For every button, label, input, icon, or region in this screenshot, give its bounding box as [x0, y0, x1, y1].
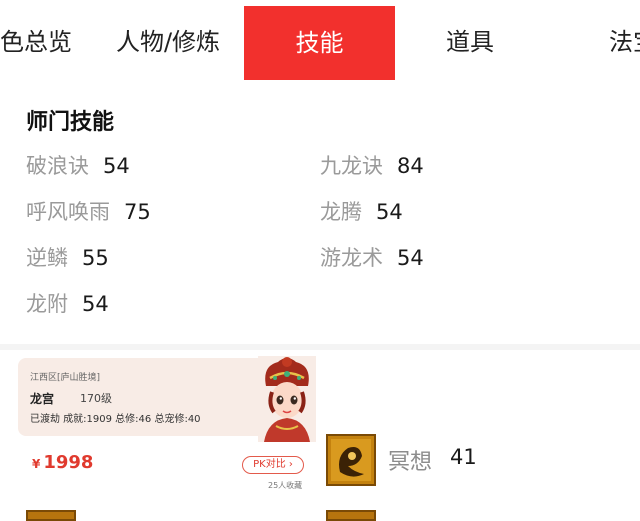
skill-icon-partial: [26, 510, 76, 521]
price-value: 1998: [43, 452, 94, 473]
skill-item: 游龙术 54: [320, 242, 424, 272]
server-name: 江西区[庐山胜境]: [30, 373, 101, 383]
skill-item: 逆鳞 55: [26, 242, 109, 272]
skill-name: 呼风唤雨: [26, 200, 110, 224]
skill-name: 游龙术: [320, 246, 383, 270]
skill-level: 54: [103, 154, 130, 178]
character-stats: 已渡劫 成就:1909 总修:46 总宠修:40: [30, 414, 201, 425]
pk-compare-button[interactable]: PK对比 ›: [242, 456, 304, 474]
skill-icon-partial: [326, 510, 376, 521]
character-avatar-icon: [258, 356, 316, 442]
listing-price: ¥1998: [32, 452, 93, 473]
tab-treasures[interactable]: 法宝: [588, 0, 640, 82]
character-sect: 龙宫: [30, 392, 55, 406]
skill-item: 九龙诀 84: [320, 150, 424, 180]
currency-symbol: ¥: [32, 457, 41, 471]
skill-level: 54: [376, 200, 403, 224]
skill-level: 54: [82, 292, 109, 316]
tab-character-cultivation[interactable]: 人物/修炼: [100, 0, 236, 82]
skill-item: 龙腾 54: [320, 196, 403, 226]
skill-name: 逆鳞: [26, 246, 68, 270]
tab-character-overview[interactable]: 色总览: [0, 0, 84, 82]
skill-item: 破浪诀 54: [26, 150, 130, 180]
sect-skills-panel: 师门技能 破浪诀 54 九龙诀 84 呼风唤雨 75 龙腾 54 逆鳞 55 游龙术 54 …: [0, 82, 640, 344]
skill-name: 九龙诀: [320, 154, 383, 178]
section-title: 师门技能: [26, 110, 115, 135]
skill-name: 龙腾: [320, 200, 362, 224]
meditate-skill-name: 冥想: [388, 450, 433, 475]
bottom-panel: 江西区[庐山胜境] 龙宫 170级 已渡劫 成就:1909 总修:46 总宠修:…: [0, 350, 640, 521]
skill-level: 84: [397, 154, 424, 178]
character-level: 170级: [80, 392, 112, 405]
skill-name: 破浪诀: [26, 154, 89, 178]
category-tab-bar: 色总览 人物/修炼 技能 道具 法宝: [0, 0, 640, 82]
meditate-skill-icon: [326, 434, 376, 486]
skill-level: 54: [397, 246, 424, 270]
meditate-skill-level: 41: [450, 445, 477, 469]
skill-level: 75: [124, 200, 151, 224]
skill-level: 55: [82, 246, 109, 270]
favorite-count: 25人收藏: [268, 481, 303, 490]
skill-name: 龙附: [26, 292, 68, 316]
listing-card[interactable]: 江西区[庐山胜境] 龙宫 170级 已渡劫 成就:1909 总修:46 总宠修:…: [18, 356, 316, 442]
skill-item: 龙附 54: [26, 288, 109, 318]
tab-skills[interactable]: 技能: [244, 6, 395, 80]
tab-items[interactable]: 道具: [425, 0, 515, 82]
skill-item: 呼风唤雨 75: [26, 196, 151, 226]
